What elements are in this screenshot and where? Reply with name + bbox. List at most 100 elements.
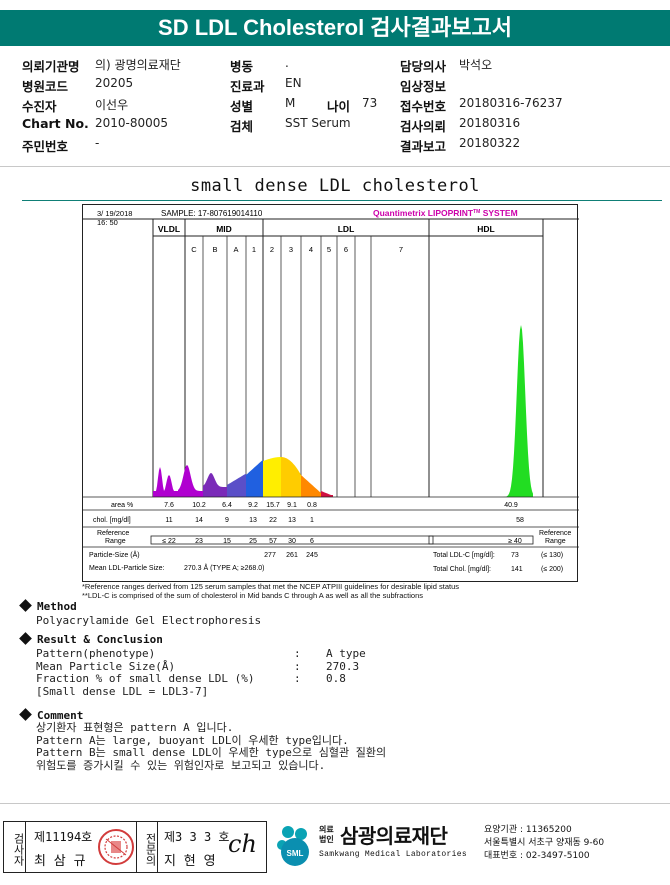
phone: 대표번호 : 02-3497-5100 <box>484 851 590 861</box>
info-label: 진료과 <box>230 79 265 94</box>
info-value: . <box>285 56 289 70</box>
result-value: A type <box>326 647 366 660</box>
chart-date: 3/ 19/2018 <box>97 209 132 218</box>
particle-size-value: 245 <box>306 552 318 559</box>
band-label: 4 <box>309 245 313 254</box>
ref-label: Range <box>105 538 126 545</box>
band-label: 6 <box>344 245 348 254</box>
curve-segment <box>246 459 263 497</box>
info-value: 이선우 <box>95 98 129 112</box>
curve-segment <box>227 473 246 497</box>
curve-segment <box>281 457 301 497</box>
info-value: 20180316-76237 <box>459 96 563 110</box>
chol-value: 14 <box>195 517 203 524</box>
chol-value: 11 <box>165 517 172 524</box>
group-mid: MID <box>216 224 232 234</box>
area-value: 6.4 <box>222 502 232 509</box>
band-label: A <box>233 245 238 254</box>
ref-right-label: Range <box>545 538 566 545</box>
ref-value: 57 <box>269 538 277 545</box>
ref-value: 15 <box>223 538 231 545</box>
comment-text: 상기환자 표현형은 pattern A 입니다. Pattern A는 larg… <box>36 721 386 772</box>
band-label: C <box>191 245 197 254</box>
ref-label: Reference <box>97 530 129 537</box>
info-value: SST Serum <box>285 116 351 130</box>
area-value: 0.8 <box>307 502 317 509</box>
group-hdl: HDL <box>477 224 494 234</box>
sml-logo-icon: SML <box>277 826 309 866</box>
logo-english: Samkwang Medical Laboratories <box>319 850 467 859</box>
lipoprint-svg: 3/ 19/2018 16: 50 SAMPLE: 17-80761901411… <box>83 208 579 573</box>
ps-label: Particle-Size (Å) <box>89 550 140 559</box>
info-label: 담당의사 <box>400 59 447 74</box>
age-value: 73 <box>362 96 378 110</box>
band-dividers <box>202 236 372 497</box>
diamond-bullet-icon <box>19 599 32 612</box>
result-label: Pattern(phenotype) <box>36 647 156 660</box>
info-label: 결과보고 <box>400 139 447 154</box>
info-value: 20180322 <box>459 136 521 150</box>
signature: ch <box>228 830 257 858</box>
tester-license: 제11194호 <box>34 830 93 844</box>
diamond-bullet-icon <box>19 708 32 721</box>
area-hdl: 40.9 <box>504 502 518 509</box>
info-value: 20180316 <box>459 116 521 130</box>
ref-value: 30 <box>288 538 296 545</box>
comment-line: 상기환자 표현형은 pattern A 입니다. <box>36 721 234 734</box>
area-value: 10.2 <box>192 502 206 509</box>
curve-segment <box>178 465 203 497</box>
info-label: 의뢰기관명 <box>22 59 80 74</box>
band-label: 1 <box>252 245 256 254</box>
chol-hdl: 58 <box>516 517 524 524</box>
result-section: Result & Conclusion Pattern(phenotype) :… <box>19 632 436 698</box>
doctor-name: 지 현 영 <box>164 854 216 869</box>
lipoprint-chart: 3/ 19/2018 16: 50 SAMPLE: 17-80761901411… <box>82 204 579 582</box>
result-row: Fraction % of small dense LDL (%) : 0.8 <box>36 672 346 685</box>
curve-segment <box>203 473 227 497</box>
doctor-license: 제3 3 3 호 <box>164 830 230 844</box>
curve-segment <box>301 475 321 497</box>
area-value: 7.6 <box>164 502 174 509</box>
ref-right-label: Reference <box>539 530 571 537</box>
result-sub: [Small dense LDL = LDL3-7] <box>36 684 209 698</box>
curve-segment <box>503 325 533 497</box>
info-label: 병동 <box>230 59 254 74</box>
info-value: 박석오 <box>459 58 493 72</box>
curve-segment <box>263 457 281 497</box>
footnote: **LDL-C is comprised of the sum of chole… <box>82 590 424 600</box>
tester-label: 검사자 <box>4 822 26 872</box>
brand-label: Quantimetrix LIPOPRINTTM SYSTEM <box>373 208 518 218</box>
diamond-bullet-icon <box>19 632 32 645</box>
doctor-label: 전문의 <box>136 822 158 872</box>
chol-value: 9 <box>225 517 229 524</box>
result-value: 0.8 <box>326 672 346 685</box>
band-label: 3 <box>289 245 293 254</box>
particle-size-value: 277 <box>264 552 276 559</box>
total-chol-ref: (≤ 200) <box>541 566 563 573</box>
table-values: 7.6 10.2 6.4 9.2 15.7 9.1 0.8 11 14 9 13 22 13 1 ≤ 22 2… <box>162 502 318 559</box>
group-ldl: LDL <box>338 224 355 234</box>
total-ldl-value: 73 <box>511 552 519 559</box>
ref-value: 23 <box>195 538 203 545</box>
info-value: 의) 광명의료재단 <box>95 58 181 72</box>
info-label: 임상정보 <box>400 79 447 94</box>
info-label: 주민번호 <box>22 139 69 154</box>
method-text: Polyacrylamide Gel Electrophoresis <box>36 614 262 627</box>
info-label: 수진자 <box>22 99 57 114</box>
ref-value: 6 <box>310 538 314 545</box>
info-label: Chart No. <box>22 116 89 131</box>
info-value: M <box>285 96 296 110</box>
divider <box>22 200 662 201</box>
total-chol-label: Total Chol. [mg/dl]: <box>433 566 491 573</box>
band-label: B <box>212 245 217 254</box>
logo-name: 삼광의료재단 <box>340 824 448 848</box>
total-ldl-ref: (≤ 130) <box>541 552 563 559</box>
comment-section: Comment 상기환자 표현형은 pattern A 입니다. Pattern… <box>19 708 386 772</box>
group-labels: VLDL MID LDL HDL <box>158 224 495 234</box>
method-heading: Method <box>37 600 77 613</box>
info-label: 검체 <box>230 119 254 134</box>
age-label: 나이 <box>327 99 351 114</box>
info-value: EN <box>285 76 302 90</box>
logo-badge: SML <box>287 849 304 858</box>
tester-name: 최 삼 규 <box>34 854 86 869</box>
